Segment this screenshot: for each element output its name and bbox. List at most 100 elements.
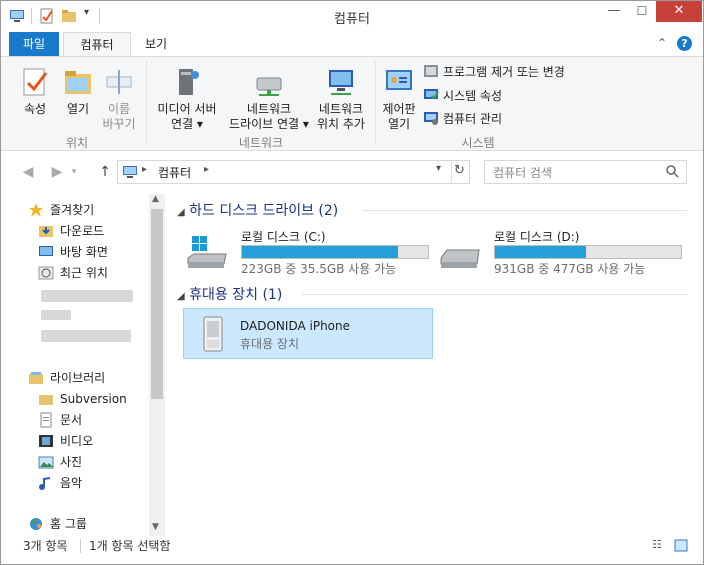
status-selected: 1개 항목 선택함: [89, 539, 171, 553]
drive-c-name: 로컬 디스크 (C:): [241, 230, 326, 244]
recent-locations-icon[interactable]: ▾: [68, 163, 80, 183]
windows-drive-icon: [187, 236, 227, 268]
ribbon-collapse-icon[interactable]: ⌃: [657, 36, 667, 50]
portable-group-header[interactable]: ◢ 휴대용 장치 (1): [177, 284, 687, 304]
scrollbar-thumb[interactable]: [151, 209, 163, 399]
drive-d-usage-bar: [494, 245, 682, 259]
drive-c-usage-fill: [242, 246, 399, 258]
collapse-icon[interactable]: ◢: [177, 291, 185, 302]
scroll-down-icon[interactable]: ▼: [152, 522, 159, 532]
navigation-pane: 즐겨찾기 다운로드 바탕 화면 최근 위치 라이브러리 Subversion 문…: [1, 194, 166, 536]
group-network-label: 네트워크: [238, 136, 284, 150]
title-bar: ▾ 컴퓨터 — ☐ ✕: [1, 1, 703, 32]
drive-d-name: 로컬 디스크 (D:): [494, 230, 580, 244]
recent-places-icon: [38, 266, 54, 280]
status-item-count: 3개 항목: [23, 539, 68, 553]
details-view-icon[interactable]: ☷: [652, 539, 666, 553]
media-server-icon: [179, 69, 199, 95]
properties-button[interactable]: 속성: [15, 66, 55, 117]
maximize-button[interactable]: ☐: [628, 1, 656, 22]
computer-icon: [123, 166, 137, 178]
computer-management-button[interactable]: 컴퓨터 관리: [423, 109, 502, 129]
breadcrumb-computer[interactable]: 컴퓨터: [158, 164, 191, 181]
large-icons-view-icon[interactable]: [674, 539, 688, 552]
drive-d-info: 931GB 중 477GB 사용 가능: [494, 262, 646, 276]
drive-c-usage-bar: [241, 245, 429, 259]
nav-favorites[interactable]: 즐겨찾기: [28, 200, 94, 220]
tab-file[interactable]: 파일: [9, 32, 59, 56]
nav-videos[interactable]: 비디오: [38, 431, 93, 451]
ribbon-separator: [375, 61, 376, 143]
minimize-button[interactable]: —: [600, 1, 628, 22]
library-icon: [29, 372, 43, 384]
explorer-window: ▾ 컴퓨터 — ☐ ✕ 파일 컴퓨터 보기 ⌃ ? 속성 열기 이름 바꾸기 위치…: [0, 0, 704, 565]
device-name: DADONIDA iPhone: [240, 319, 350, 333]
pictures-icon: [38, 456, 54, 469]
control-panel-icon: [386, 70, 412, 90]
drive-d[interactable]: 로컬 디스크 (D:) 931GB 중 477GB 사용 가능: [439, 230, 684, 276]
redacted-item: [41, 330, 131, 342]
open-button[interactable]: 열기: [58, 66, 98, 117]
close-button[interactable]: ✕: [656, 1, 702, 22]
system-properties-button[interactable]: 시스템 속성: [423, 86, 502, 106]
uninstall-program-button[interactable]: 프로그램 제거 또는 변경: [423, 62, 565, 82]
status-bar: 3개 항목 1개 항목 선택함 ☷: [1, 538, 703, 564]
nav-scrollbar[interactable]: ▲ ▼: [149, 194, 165, 536]
open-folder-icon: [65, 71, 91, 94]
breadcrumb-chevron-icon[interactable]: ▸: [204, 164, 209, 175]
tab-computer[interactable]: 컴퓨터: [63, 32, 131, 57]
ribbon-separator: [146, 61, 147, 143]
downloads-icon: [39, 226, 53, 237]
refresh-icon[interactable]: ↻: [454, 163, 465, 178]
device-item[interactable]: DADONIDA iPhone 휴대용 장치: [183, 308, 433, 359]
search-input[interactable]: 컴퓨터 검색: [493, 164, 552, 181]
videos-icon: [39, 435, 53, 447]
back-button[interactable]: ◀: [18, 163, 38, 183]
nav-subversion[interactable]: Subversion: [38, 389, 127, 409]
group-divider: [302, 294, 687, 295]
up-button[interactable]: ↑: [95, 163, 115, 183]
hdd-group-header[interactable]: ◢ 하드 디스크 드라이브 (2): [177, 200, 687, 220]
nav-pictures[interactable]: 사진: [38, 452, 82, 472]
device-type: 휴대용 장치: [240, 337, 300, 351]
programs-icon: [424, 65, 438, 77]
drive-c-info: 223GB 중 35.5GB 사용 가능: [241, 262, 397, 276]
drive-c[interactable]: 로컬 디스크 (C:) 223GB 중 35.5GB 사용 가능: [186, 230, 431, 276]
portable-device-icon: [203, 316, 223, 352]
nav-homegroup[interactable]: 홈 그룹: [28, 514, 87, 534]
help-icon[interactable]: ?: [677, 36, 692, 51]
add-network-location-button[interactable]: 네트워크 위치 추가: [311, 66, 371, 132]
nav-downloads[interactable]: 다운로드: [38, 221, 104, 241]
nav-documents[interactable]: 문서: [38, 410, 82, 430]
nav-recent[interactable]: 최근 위치: [38, 263, 108, 283]
homegroup-icon: [30, 518, 42, 530]
address-divider: [451, 162, 452, 182]
redacted-item: [41, 310, 71, 320]
network-location-icon: [329, 70, 353, 95]
library-folder-icon: [39, 395, 53, 405]
address-dropdown-icon[interactable]: ▾: [436, 163, 441, 174]
collapse-icon[interactable]: ◢: [177, 207, 185, 218]
desktop-icon: [39, 246, 53, 256]
address-bar[interactable]: ▸ 컴퓨터 ▸ ▾ ↻: [117, 160, 470, 184]
search-icon[interactable]: [665, 164, 679, 178]
rename-icon: [106, 70, 132, 94]
breadcrumb-chevron-icon[interactable]: ▸: [142, 164, 147, 175]
ribbon-tabs: 파일 컴퓨터 보기 ⌃ ?: [1, 32, 703, 57]
star-icon: [29, 203, 43, 217]
music-icon: [39, 477, 50, 490]
control-panel-button[interactable]: 제어판 열기: [378, 66, 420, 132]
media-server-button[interactable]: 미디어 서버 연결 ▾: [151, 66, 223, 132]
forward-button[interactable]: ▶: [47, 163, 67, 183]
map-network-drive-button[interactable]: 네트워크 드라이브 연결 ▾: [227, 66, 311, 132]
nav-desktop[interactable]: 바탕 화면: [38, 242, 108, 262]
group-divider: [362, 210, 687, 211]
rename-button[interactable]: 이름 바꾸기: [99, 66, 139, 132]
scroll-up-icon[interactable]: ▲: [152, 194, 159, 204]
tab-view[interactable]: 보기: [135, 32, 177, 56]
nav-music[interactable]: 음악: [38, 473, 82, 493]
nav-libraries[interactable]: 라이브러리: [28, 368, 105, 388]
drive-d-usage-fill: [495, 246, 587, 258]
system-icon: [424, 89, 439, 100]
search-box[interactable]: 컴퓨터 검색: [484, 160, 687, 184]
